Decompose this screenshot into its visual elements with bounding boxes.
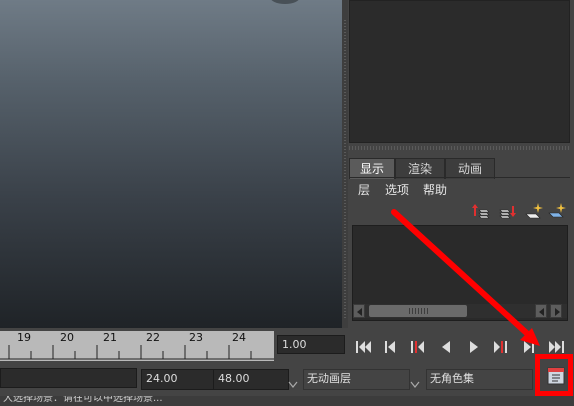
- new-layer-down-icon[interactable]: [497, 201, 517, 221]
- animation-end-field[interactable]: 48.00: [213, 369, 289, 390]
- character-set-dropdown[interactable]: 无角色集: [426, 369, 533, 390]
- range-slider[interactable]: [0, 368, 137, 388]
- step-back-key-icon[interactable]: [379, 337, 403, 357]
- layer-list-scrollbar[interactable]: [353, 304, 567, 318]
- go-to-start-icon[interactable]: [352, 337, 376, 357]
- viewport-object: [270, 0, 300, 4]
- anim-layer-dropdown[interactable]: 无动画层: [303, 369, 410, 390]
- menu-layers[interactable]: 层: [358, 181, 370, 199]
- layer-editor-tabs: 显示 渲染 动画: [349, 158, 570, 179]
- channel-box-area: [349, 0, 570, 143]
- play-forward-icon[interactable]: [462, 337, 486, 357]
- tick-label: 24: [232, 331, 246, 344]
- scroll-thumb[interactable]: [369, 305, 467, 317]
- panel-separator[interactable]: [349, 146, 570, 150]
- new-layer-up-icon[interactable]: [470, 201, 490, 221]
- panel-splitter[interactable]: [342, 0, 348, 328]
- tick-label: 20: [60, 331, 74, 344]
- menu-options[interactable]: 选项: [385, 181, 409, 199]
- menu-help[interactable]: 帮助: [423, 181, 447, 199]
- tab-divider: [349, 177, 570, 178]
- step-back-frame-icon[interactable]: [406, 337, 430, 357]
- status-bar: 大选择场景：请在可以中选择场景...: [0, 396, 574, 406]
- new-empty-layer-icon[interactable]: [547, 201, 567, 221]
- annotation-highlight-box: [535, 354, 573, 396]
- scroll-right-button[interactable]: [550, 304, 562, 318]
- layer-toolbar: [470, 201, 570, 223]
- tab-display[interactable]: 显示: [349, 158, 395, 179]
- tick-label: 23: [189, 331, 203, 344]
- tab-render[interactable]: 渲染: [395, 158, 445, 179]
- tick-label: 19: [17, 331, 31, 344]
- status-text: 大选择场景：请在可以中选择场景...: [3, 396, 163, 404]
- play-backward-icon[interactable]: [435, 337, 459, 357]
- tab-animation[interactable]: 动画: [445, 158, 495, 179]
- time-ruler[interactable]: 19 20 21 22 23 24: [0, 331, 274, 361]
- scroll-left-button[interactable]: [353, 304, 365, 318]
- chevron-down-icon[interactable]: [410, 374, 420, 388]
- viewport-panel[interactable]: [0, 0, 342, 328]
- tick-label: 22: [146, 331, 160, 344]
- current-frame-field[interactable]: 1.00: [277, 335, 345, 354]
- layer-menu-bar: 层 选项 帮助: [349, 180, 570, 200]
- new-layer-selected-icon[interactable]: [524, 201, 544, 221]
- chevron-down-icon[interactable]: [288, 374, 298, 388]
- scroll-left-button-2[interactable]: [535, 304, 547, 318]
- step-forward-frame-icon[interactable]: [489, 337, 513, 357]
- playback-end-field[interactable]: 24.00: [141, 369, 215, 390]
- tick-label: 21: [103, 331, 117, 344]
